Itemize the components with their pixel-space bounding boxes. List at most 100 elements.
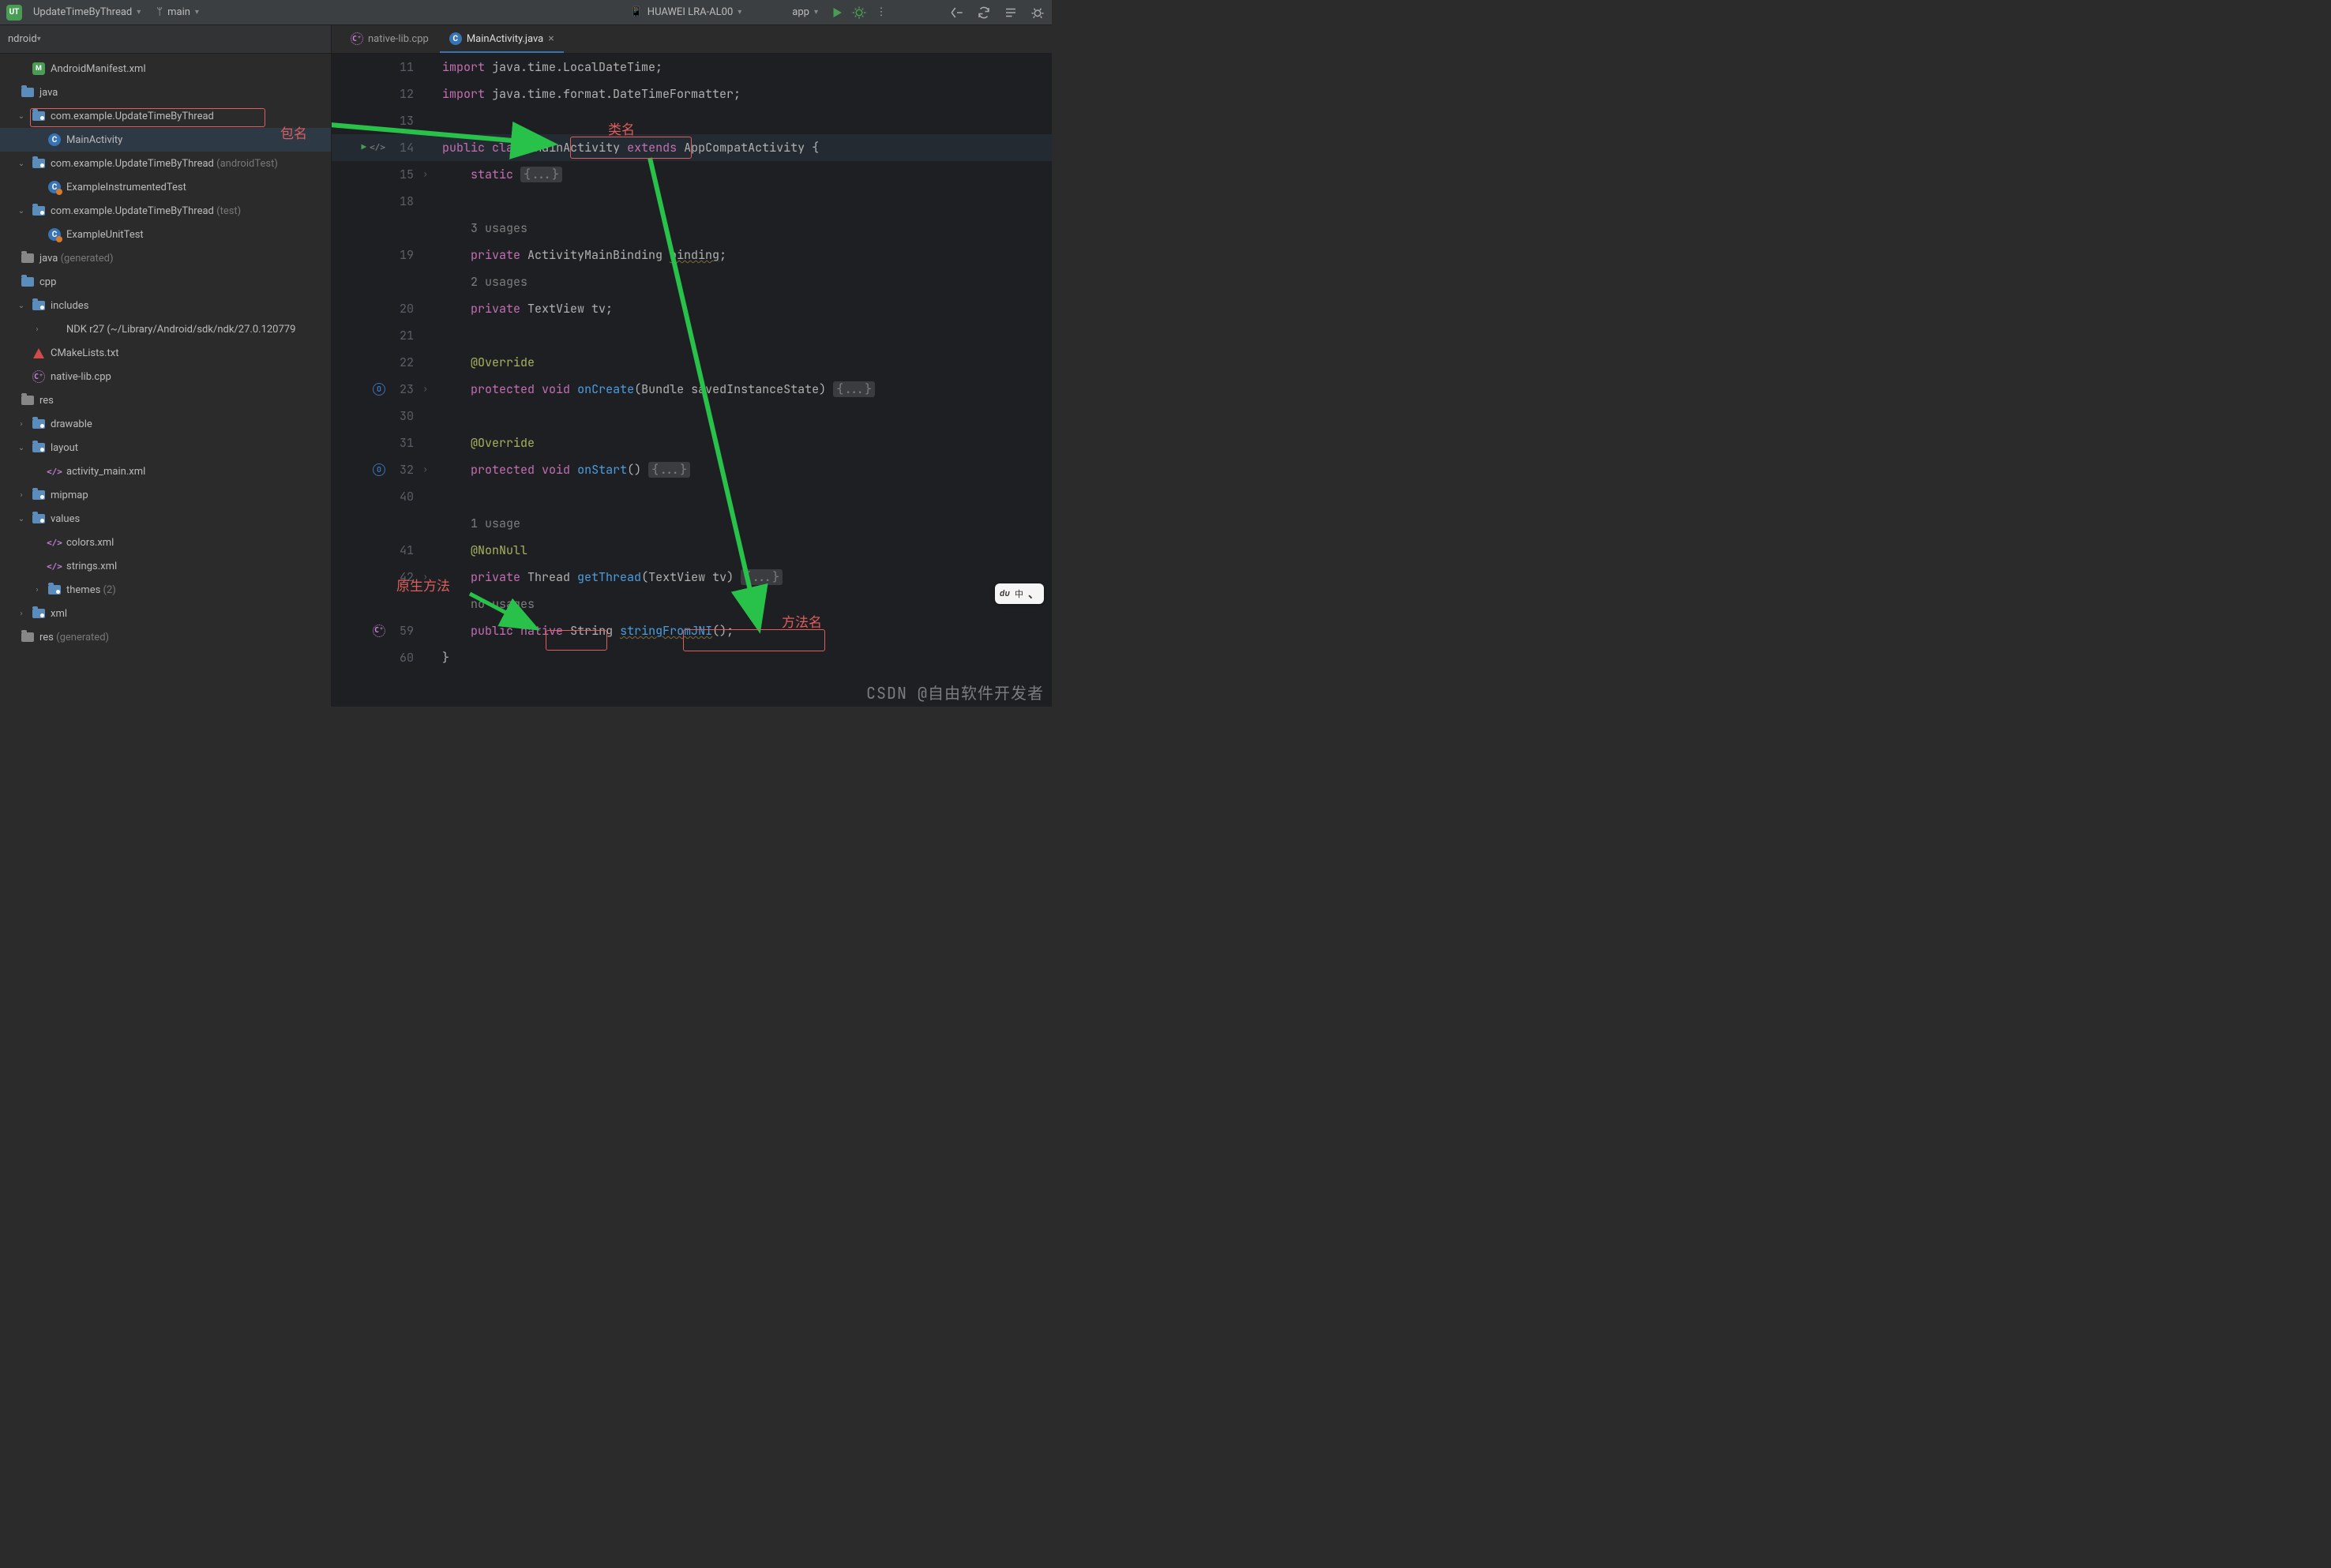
gutter[interactable]: 12: [332, 81, 439, 107]
code-text[interactable]: 1 usage: [439, 510, 1052, 537]
code-text[interactable]: protected void onCreate(Bundle savedInst…: [439, 376, 1052, 403]
gutter[interactable]: 41: [332, 537, 439, 564]
sidebar-view-selector[interactable]: ndroid ▾: [0, 25, 331, 54]
code-text[interactable]: private TextView tv;: [439, 295, 1052, 322]
code-line[interactable]: 1 usage: [332, 510, 1052, 537]
code-line[interactable]: ▶</>14public class MainActivity extends …: [332, 134, 1052, 161]
code-text[interactable]: private Thread getThread(TextView tv) {.…: [439, 564, 1052, 591]
tree-item[interactable]: CExampleUnitTest: [0, 223, 331, 246]
tree-item[interactable]: CExampleInstrumentedTest: [0, 175, 331, 199]
editor-tab[interactable]: C⁺native-lib.cpp: [341, 26, 438, 53]
tree-item[interactable]: CMakeLists.txt: [0, 341, 331, 365]
code-line[interactable]: 19 private ActivityMainBinding binding;: [332, 242, 1052, 268]
tree-item[interactable]: ›drawable: [0, 412, 331, 436]
code-line[interactable]: C⁺59 public native String stringFromJNI(…: [332, 617, 1052, 644]
gutter[interactable]: 18: [332, 188, 439, 215]
gutter[interactable]: 40: [332, 483, 439, 510]
cpp-gutter-icon[interactable]: C⁺: [373, 625, 385, 637]
tree-item[interactable]: java: [0, 81, 331, 104]
code-line[interactable]: 22 @Override: [332, 349, 1052, 376]
fold-arrow-icon[interactable]: ›: [419, 161, 428, 188]
fold-arrow-icon[interactable]: ›: [419, 456, 428, 483]
tree-arrow-icon[interactable]: ⌄: [16, 207, 27, 216]
override-gutter-icon[interactable]: O: [373, 463, 385, 476]
gutter[interactable]: 31: [332, 430, 439, 456]
tree-item[interactable]: MAndroidManifest.xml: [0, 57, 331, 81]
tree-arrow-icon[interactable]: ⌄: [16, 302, 27, 310]
code-line[interactable]: 12import java.time.format.DateTimeFormat…: [332, 81, 1052, 107]
code-line[interactable]: O23› protected void onCreate(Bundle save…: [332, 376, 1052, 403]
code-text[interactable]: 2 usages: [439, 268, 1052, 295]
code-line[interactable]: 42› private Thread getThread(TextView tv…: [332, 564, 1052, 591]
branch-selector[interactable]: ᛘ main ▾: [152, 5, 204, 20]
editor-tab[interactable]: CMainActivity.java×: [440, 26, 564, 53]
gutter[interactable]: C⁺59: [332, 617, 439, 644]
more-button[interactable]: ⋮: [873, 5, 889, 21]
tree-arrow-icon[interactable]: ›: [16, 420, 27, 429]
gutter[interactable]: 19: [332, 242, 439, 268]
tree-item[interactable]: </>strings.xml: [0, 554, 331, 578]
gutter[interactable]: O23›: [332, 376, 439, 403]
tree-item[interactable]: ›xml: [0, 602, 331, 625]
gutter[interactable]: 60: [332, 644, 439, 671]
code-line[interactable]: 40: [332, 483, 1052, 510]
tree-item[interactable]: res (generated): [0, 625, 331, 649]
gutter[interactable]: 11: [332, 54, 439, 81]
code-line[interactable]: 15› static {...}: [332, 161, 1052, 188]
code-line[interactable]: 31 @Override: [332, 430, 1052, 456]
tree-item[interactable]: res: [0, 388, 331, 412]
gutter[interactable]: 15›: [332, 161, 439, 188]
code-line[interactable]: 20 private TextView tv;: [332, 295, 1052, 322]
fold-arrow-icon[interactable]: ›: [419, 564, 428, 591]
code-text[interactable]: no usages: [439, 591, 1052, 617]
run-config-selector[interactable]: app ▾: [783, 5, 823, 20]
fold-arrow-icon[interactable]: ›: [419, 376, 428, 403]
code-text[interactable]: static {...}: [439, 161, 1052, 188]
close-icon[interactable]: ×: [548, 32, 554, 45]
tree-item[interactable]: ⌄includes: [0, 294, 331, 317]
run-button[interactable]: [829, 5, 845, 21]
gutter[interactable]: 42›: [332, 564, 439, 591]
run-gutter-icon[interactable]: ▶: [362, 134, 367, 161]
override-gutter-icon[interactable]: O: [373, 383, 385, 396]
project-selector[interactable]: UpdateTimeByThread ▾: [28, 5, 145, 20]
tree-arrow-icon[interactable]: ›: [16, 610, 27, 618]
gutter[interactable]: 22: [332, 349, 439, 376]
tree-item[interactable]: ›mipmap: [0, 483, 331, 507]
code-editor[interactable]: 11import java.time.LocalDateTime;12impor…: [332, 54, 1052, 707]
code-line[interactable]: 21: [332, 322, 1052, 349]
tree-item[interactable]: ›themes (2): [0, 578, 331, 602]
bug-icon[interactable]: [1030, 5, 1045, 21]
code-line[interactable]: 18: [332, 188, 1052, 215]
list-icon[interactable]: [1003, 5, 1019, 21]
code-line[interactable]: 3 usages: [332, 215, 1052, 242]
tree-item[interactable]: ⌄values: [0, 507, 331, 531]
code-text[interactable]: import java.time.LocalDateTime;: [439, 54, 1052, 81]
tree-arrow-icon[interactable]: ⌄: [16, 444, 27, 452]
code-text[interactable]: public class MainActivity extends AppCom…: [439, 134, 1052, 161]
code-text[interactable]: import java.time.format.DateTimeFormatte…: [439, 81, 1052, 107]
tree-arrow-icon[interactable]: ⌄: [16, 159, 27, 168]
tree-item[interactable]: ⌄layout: [0, 436, 331, 460]
refresh-icon[interactable]: [976, 5, 992, 21]
code-text[interactable]: private ActivityMainBinding binding;: [439, 242, 1052, 268]
code-line[interactable]: 2 usages: [332, 268, 1052, 295]
tree-arrow-icon[interactable]: ›: [16, 491, 27, 500]
tree-item[interactable]: cpp: [0, 270, 331, 294]
gutter[interactable]: O32›: [332, 456, 439, 483]
gutter[interactable]: 30: [332, 403, 439, 430]
code-line[interactable]: 30: [332, 403, 1052, 430]
tree-item[interactable]: </>activity_main.xml: [0, 460, 331, 483]
code-text[interactable]: public native String stringFromJNI();: [439, 617, 1052, 644]
tree-arrow-icon[interactable]: ⌄: [16, 515, 27, 523]
code-text[interactable]: @NonNull: [439, 537, 1052, 564]
code-line[interactable]: no usages: [332, 591, 1052, 617]
tree-arrow-icon[interactable]: ›: [32, 586, 43, 595]
tree-item[interactable]: C⁺native-lib.cpp: [0, 365, 331, 388]
tree-item[interactable]: ›NDK r27 (~/Library/Android/sdk/ndk/27.0…: [0, 317, 331, 341]
code-text[interactable]: 3 usages: [439, 215, 1052, 242]
code-line[interactable]: 11import java.time.LocalDateTime;: [332, 54, 1052, 81]
gutter[interactable]: ▶</>14: [332, 134, 439, 161]
gutter[interactable]: 13: [332, 107, 439, 134]
debug-button[interactable]: [851, 5, 867, 21]
